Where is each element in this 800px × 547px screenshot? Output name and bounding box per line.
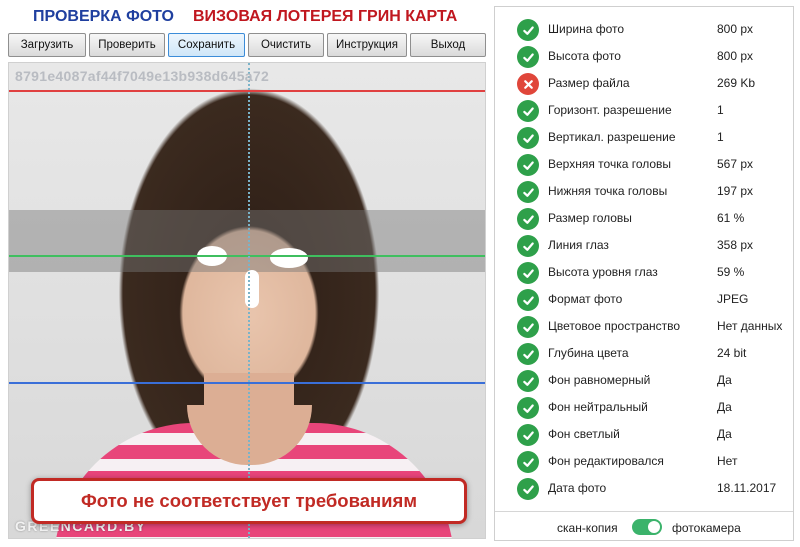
check-label: Дата фото	[548, 481, 607, 495]
photo-preview: 8791e4087af44f7049e13b938d645a72 GREENCA…	[8, 62, 486, 539]
check-row: Цветовое пространство Нет данных	[495, 314, 793, 341]
check-value: Да	[717, 427, 732, 441]
check-icon	[517, 46, 539, 68]
toggle-knob	[648, 521, 660, 533]
photo-id: 8791e4087af44f7049e13b938d645a72	[15, 68, 270, 84]
check-value: 1	[717, 130, 724, 144]
right-eye-marker	[270, 248, 308, 268]
check-row: Глубина цвета 24 bit	[495, 341, 793, 368]
check-row: Размер головы 61 %	[495, 206, 793, 233]
check-icon	[517, 424, 539, 446]
check-row: Размер файла 269 Kb	[495, 71, 793, 98]
check-value: 1	[717, 103, 724, 117]
result-message: Фото не соответствует требованиям	[31, 478, 467, 524]
check-icon	[517, 19, 539, 41]
check-value: 61 %	[717, 211, 745, 225]
scan-copy-label: скан-копия	[557, 521, 618, 535]
check-row: Ширина фото 800 px	[495, 17, 793, 44]
check-label: Фон нейтральный	[548, 400, 648, 414]
check-label: Размер файла	[548, 76, 630, 90]
eye-line	[9, 255, 485, 257]
check-value: 358 px	[717, 238, 754, 252]
check-row: Фон редактировался Нет	[495, 449, 793, 476]
load-button[interactable]: Загрузить	[8, 33, 86, 57]
head-top-line	[9, 90, 485, 92]
check-value: 197 px	[717, 184, 754, 198]
app-header: ПРОВЕРКА ФОТО ВИЗОВАЯ ЛОТЕРЕЯ ГРИН КАРТА	[8, 6, 488, 30]
check-row: Фон светлый Да	[495, 422, 793, 449]
check-value: 59 %	[717, 265, 745, 279]
check-label: Верхняя точка головы	[548, 157, 672, 171]
check-icon	[517, 100, 539, 122]
check-icon	[517, 316, 539, 338]
save-button[interactable]: Сохранить	[168, 33, 245, 57]
check-icon	[517, 181, 539, 203]
exit-button[interactable]: Выход	[410, 33, 486, 57]
eye-zone-band	[9, 210, 485, 272]
toolbar: Загрузить Проверить Сохранить Очистить И…	[8, 33, 488, 57]
center-line	[248, 63, 250, 538]
check-icon	[517, 478, 539, 500]
check-value: 269 Kb	[717, 76, 756, 90]
clear-button[interactable]: Очистить	[248, 33, 324, 57]
check-icon	[517, 343, 539, 365]
check-label: Формат фото	[548, 292, 623, 306]
check-value: 18.11.2017	[717, 481, 777, 495]
check-value: Нет данных	[717, 319, 783, 333]
check-value: Нет	[717, 454, 738, 468]
check-row: Горизонт. разрешение 1	[495, 98, 793, 125]
check-icon	[517, 289, 539, 311]
check-value: 24 bit	[717, 346, 747, 360]
check-value: 800 px	[717, 49, 754, 63]
source-switch: скан-копия фотокамера	[495, 511, 793, 541]
check-label: Фон равномерный	[548, 373, 651, 387]
check-row: Высота уровня глаз 59 %	[495, 260, 793, 287]
check-row: Линия глаз 358 px	[495, 233, 793, 260]
check-value: 567 px	[717, 157, 754, 171]
check-label: Фон светлый	[548, 427, 620, 441]
check-value: 800 px	[717, 22, 754, 36]
check-label: Ширина фото	[548, 22, 625, 36]
check-label: Горизонт. разрешение	[548, 103, 672, 117]
camera-label: фотокамера	[672, 521, 741, 535]
check-icon	[517, 235, 539, 257]
check-row: Верхняя точка головы 567 px	[495, 152, 793, 179]
check-icon	[517, 370, 539, 392]
check-icon	[517, 397, 539, 419]
check-icon	[517, 127, 539, 149]
check-row: Нижняя точка головы 197 px	[495, 179, 793, 206]
check-value: Да	[717, 373, 732, 387]
check-label: Вертикал. разрешение	[548, 130, 676, 144]
check-label: Высота фото	[548, 49, 621, 63]
page-subtitle: ВИЗОВАЯ ЛОТЕРЕЯ ГРИН КАРТА	[193, 8, 458, 25]
check-row: Фон нейтральный Да	[495, 395, 793, 422]
check-label: Фон редактировался	[548, 454, 664, 468]
check-icon	[517, 451, 539, 473]
chin-line	[9, 382, 485, 384]
error-icon	[517, 73, 539, 95]
check-label: Цветовое пространство	[548, 319, 681, 333]
check-row: Формат фото JPEG	[495, 287, 793, 314]
check-label: Высота уровня глаз	[548, 265, 658, 279]
check-value: Да	[717, 400, 732, 414]
check-icon	[517, 262, 539, 284]
check-row: Вертикал. разрешение 1	[495, 125, 793, 152]
checks-panel: Ширина фото 800 px Высота фото 800 px Размер…	[494, 6, 794, 541]
check-row: Высота фото 800 px	[495, 44, 793, 71]
check-row: Фон равномерный Да	[495, 368, 793, 395]
source-toggle[interactable]	[632, 519, 662, 535]
check-row: Дата фото 18.11.2017	[495, 476, 793, 503]
check-label: Нижняя точка головы	[548, 184, 668, 198]
page-title: ПРОВЕРКА ФОТО	[33, 8, 174, 25]
instructions-button[interactable]: Инструкция	[327, 33, 407, 57]
check-label: Глубина цвета	[548, 346, 629, 360]
check-label: Размер головы	[548, 211, 632, 225]
check-icon	[517, 208, 539, 230]
check-label: Линия глаз	[548, 238, 609, 252]
check-icon	[517, 154, 539, 176]
check-button[interactable]: Проверить	[89, 33, 165, 57]
check-value: JPEG	[717, 292, 749, 306]
